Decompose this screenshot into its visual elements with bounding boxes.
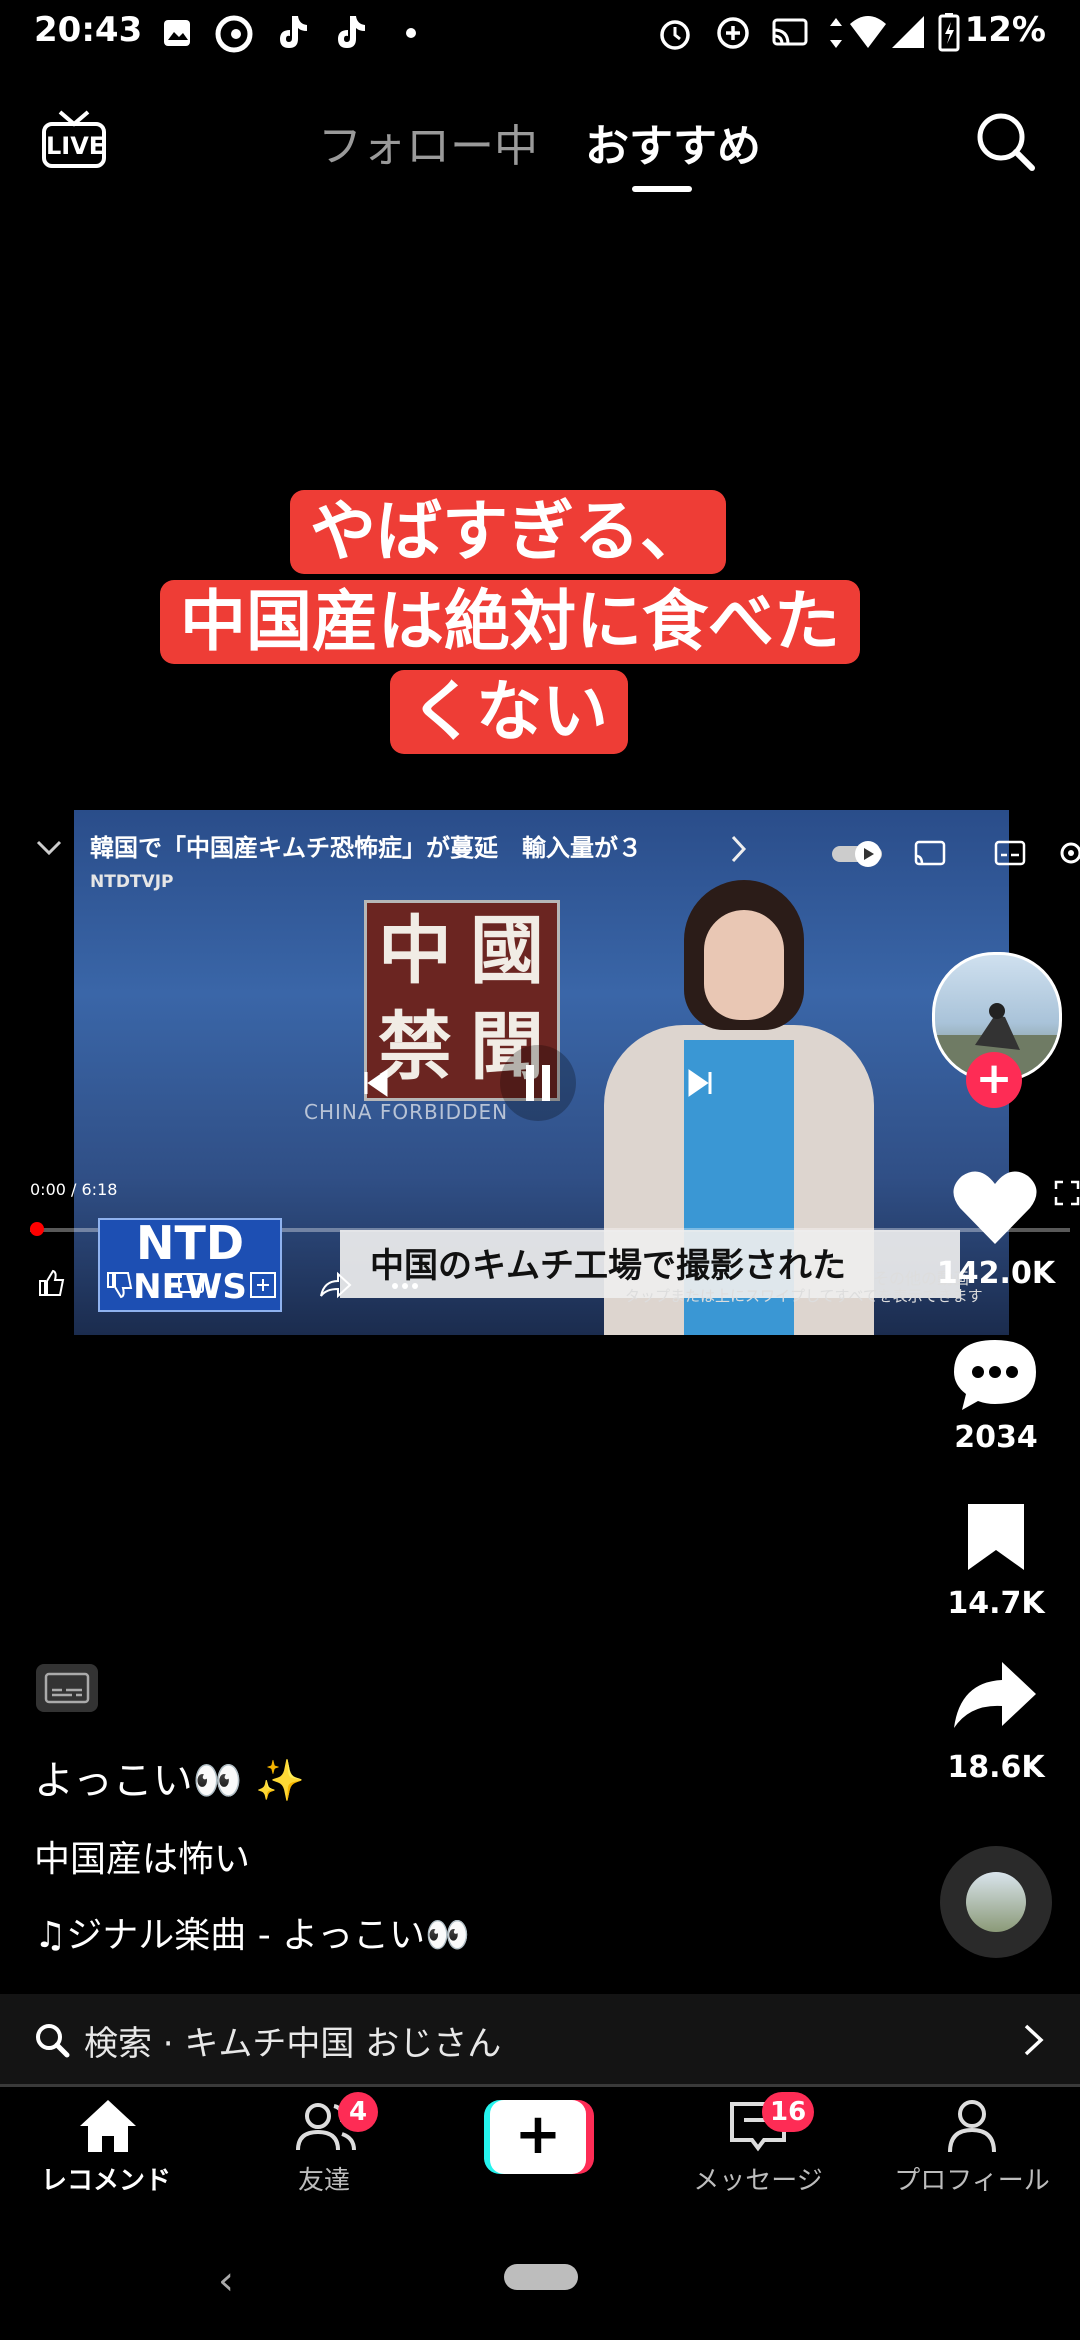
status-bar: 20:43 12% bbox=[0, 0, 1080, 66]
cast-icon[interactable] bbox=[914, 840, 948, 868]
signal-icon bbox=[892, 16, 924, 48]
like-count: 142.0K bbox=[936, 1256, 1056, 1291]
wifi-icon bbox=[850, 16, 886, 48]
search-icon[interactable] bbox=[974, 110, 1038, 174]
brand-char: 中 bbox=[378, 908, 452, 994]
thumbs-up-icon[interactable] bbox=[36, 1268, 66, 1298]
chevron-right-icon[interactable] bbox=[730, 834, 748, 864]
comment-bubble-icon[interactable] bbox=[952, 1336, 1038, 1414]
news-headline: 中国のキムチ工場で撮影された bbox=[370, 1246, 846, 1286]
battery-percent: 12% bbox=[964, 10, 1046, 50]
data-saver-icon bbox=[717, 17, 749, 49]
chevron-down-icon[interactable] bbox=[34, 836, 64, 860]
share-icon[interactable] bbox=[318, 1270, 352, 1300]
nav-friends[interactable]: 友達 4 bbox=[224, 2092, 424, 2198]
nav-profile[interactable]: プロフィール bbox=[872, 2098, 1072, 2198]
live-button[interactable]: LIVE bbox=[40, 108, 108, 172]
more-icon[interactable] bbox=[390, 1276, 420, 1296]
nav-profile-label: プロフィール bbox=[894, 2166, 1050, 2196]
video-player[interactable]: 中 國 禁 聞 CHINA FORBIDDEN 韓国で「中国産キムチ恐怖症」が蔓… bbox=[0, 810, 1080, 1340]
anchor-face bbox=[704, 910, 784, 1020]
home-icon bbox=[80, 2100, 136, 2152]
system-home-pill[interactable] bbox=[504, 2264, 578, 2290]
heart-icon[interactable] bbox=[950, 1168, 1040, 1248]
autoplay-toggle-icon[interactable] bbox=[830, 838, 890, 868]
search-icon bbox=[36, 2024, 70, 2058]
follow-button[interactable]: + bbox=[966, 1052, 1022, 1108]
nav-inbox-label: メッセージ bbox=[693, 2166, 823, 2196]
comment-count: 2034 bbox=[954, 1420, 1038, 1455]
brand-subtitle: CHINA FORBIDDEN bbox=[304, 1100, 509, 1124]
comment-icon[interactable] bbox=[176, 1270, 206, 1300]
embed-title[interactable]: 韓国で「中国産キムチ恐怖症」が蔓延 輸入量が３ bbox=[90, 828, 642, 863]
inbox-badge: 16 bbox=[762, 2092, 815, 2132]
nav-friends-label: 友達 bbox=[297, 2166, 350, 2196]
create-button[interactable]: + bbox=[484, 2100, 594, 2174]
tiktok-icon bbox=[338, 16, 365, 48]
battery-icon bbox=[938, 13, 960, 52]
tab-underline bbox=[632, 186, 692, 192]
nav-inbox[interactable]: メッセージ 16 bbox=[658, 2092, 858, 2198]
embed-channel: NTDTVJP bbox=[90, 872, 174, 892]
cast-icon bbox=[772, 18, 808, 46]
settings-icon[interactable] bbox=[1056, 838, 1080, 868]
caption-line: 中国産は絶対に食べた bbox=[160, 580, 860, 664]
nav-home[interactable]: レコメンド bbox=[6, 2098, 206, 2198]
bookmark-icon[interactable] bbox=[964, 1500, 1028, 1574]
share-arrow-icon[interactable] bbox=[952, 1658, 1038, 1734]
friends-badge: 4 bbox=[338, 2092, 378, 2132]
post-description: 中国産は怖い bbox=[34, 1839, 251, 1880]
ntd-logo-top: NTD bbox=[135, 1216, 245, 1270]
data-arrows-icon bbox=[830, 18, 842, 48]
save-count: 14.7K bbox=[947, 1586, 1045, 1621]
previous-icon[interactable] bbox=[360, 1068, 390, 1098]
thumbs-down-icon[interactable] bbox=[104, 1270, 134, 1300]
captions-icon[interactable] bbox=[994, 840, 1026, 868]
alarm-icon bbox=[660, 20, 690, 50]
related-search-text[interactable]: 検索 · キムチ中国 おじさん bbox=[84, 2016, 501, 2065]
status-time: 20:43 bbox=[34, 10, 143, 50]
pause-button[interactable] bbox=[500, 1045, 576, 1121]
brand-char: 國 bbox=[470, 908, 544, 994]
tiktok-icon bbox=[280, 16, 307, 48]
dot-icon bbox=[406, 28, 416, 38]
nav-home-label: レコメンド bbox=[40, 2166, 171, 2196]
progress-handle[interactable] bbox=[30, 1222, 44, 1236]
time-readout: 0:00 / 6:18 bbox=[30, 1180, 118, 1199]
tab-for-you[interactable]: おすすめ bbox=[585, 110, 761, 174]
chevron-right-icon[interactable] bbox=[1022, 2022, 1046, 2058]
plus-icon: + bbox=[490, 2100, 586, 2174]
next-icon[interactable] bbox=[686, 1068, 716, 1098]
caption-line: くない bbox=[390, 670, 628, 754]
add-to-playlist-icon[interactable] bbox=[248, 1270, 278, 1300]
tab-following[interactable]: フォロー中 bbox=[318, 110, 538, 174]
live-label: LIVE bbox=[46, 132, 106, 160]
caption-line: やばすぎる、 bbox=[290, 490, 726, 574]
fullscreen-icon[interactable] bbox=[1054, 1180, 1080, 1206]
image-icon bbox=[164, 20, 190, 46]
sound-disc-cover bbox=[966, 1872, 1026, 1932]
profile-icon bbox=[948, 2100, 996, 2153]
share-count: 18.6K bbox=[947, 1750, 1045, 1785]
caption-overlay: やばすぎる、 中国産は絶対に食べた くない bbox=[160, 490, 870, 765]
system-back-button[interactable]: ‹ bbox=[218, 2258, 234, 2304]
sound-label[interactable]: ♫ジナル楽曲 - よっこい👀 bbox=[34, 1906, 470, 1958]
captions-icon[interactable] bbox=[36, 1664, 98, 1712]
assistant-icon bbox=[215, 15, 253, 53]
author-name[interactable]: よっこい👀 ✨ bbox=[34, 1748, 305, 1806]
